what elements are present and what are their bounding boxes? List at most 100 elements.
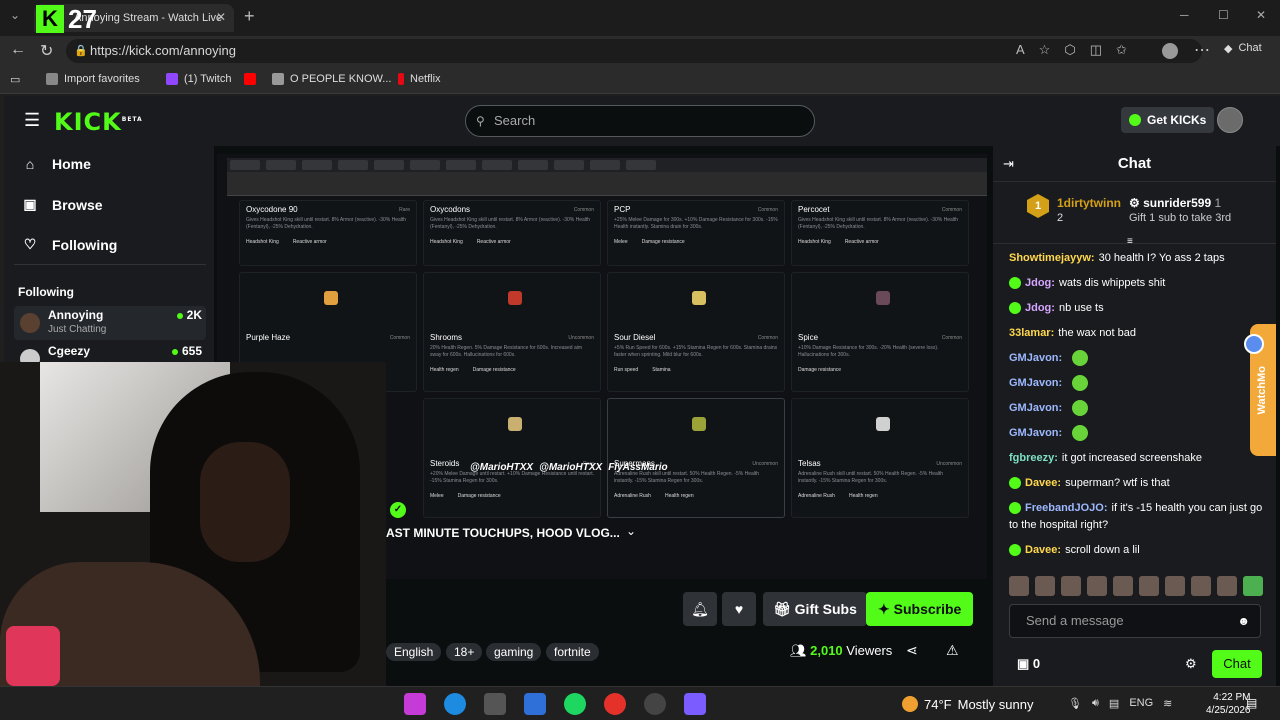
chat-username[interactable]: Showtimejayyw: [1009, 252, 1095, 264]
chat-username[interactable]: Jdog: [1025, 277, 1055, 289]
bookmark-import[interactable]: Import favorites [46, 73, 140, 85]
favorites-icon[interactable]: ✩ [1116, 42, 1127, 58]
item-card[interactable]: Telsas Uncommon Adrenaline Rush skill unti… [791, 398, 969, 518]
extensions-icon[interactable]: ⬡ [1064, 42, 1075, 58]
item-card[interactable]: PCP Common +25% Melee Damage for 300s. +10… [607, 200, 785, 266]
bookmark-people-know[interactable]: O PEOPLE KNOW... [272, 73, 391, 85]
chat-username[interactable]: FreebandJOJO: [1025, 502, 1108, 514]
item-title: Percocet [798, 205, 830, 214]
item-card[interactable]: Oxycodone 90 Rare Gives Headshot King skil… [239, 200, 417, 266]
tab-menu-icon[interactable]: ⌄ [10, 8, 20, 22]
search-input[interactable]: ⚲ Search [465, 105, 815, 137]
chat-send-button[interactable]: Chat [1212, 650, 1262, 678]
item-rarity: Common [757, 207, 778, 213]
tag-pill[interactable]: gaming [486, 643, 542, 661]
language-indicator[interactable]: ENG [1129, 697, 1153, 710]
clock[interactable]: 4:22 PM 4/25/2026 [1206, 691, 1251, 717]
chat-username[interactable]: GMJavon: [1009, 377, 1062, 389]
watchmo-extension[interactable]: WatchMo [1244, 324, 1276, 456]
chevron-down-icon[interactable]: ⌄ [626, 524, 636, 538]
tag-pill[interactable]: English [386, 643, 442, 661]
chat-message-input[interactable]: Send a message ☻ [1009, 604, 1261, 638]
chat-username[interactable]: Davee: [1025, 544, 1061, 556]
edge-app-icon[interactable] [444, 693, 466, 715]
item-card[interactable]: Sour Diesel Common +5% Run Speed for 600s.… [607, 272, 785, 392]
chat-text: it got increased screenshake [1061, 452, 1202, 464]
chat-settings-icon[interactable]: ⚙ [1185, 656, 1197, 672]
gift-subs-button[interactable]: 🎁︎ Gift Subs [763, 592, 867, 626]
item-card[interactable]: Spice Common +10% Damage Resistance for 30… [791, 272, 969, 392]
report-warning-icon[interactable]: ⚠ [946, 642, 959, 659]
item-tags: Damage resistance [798, 367, 841, 373]
chat-username[interactable]: GMJavon: [1009, 427, 1062, 439]
item-card[interactable]: Supermans Uncommon Adrenaline Rush skill u… [607, 398, 785, 518]
weather-widget[interactable]: 74°F Mostly sunny [902, 696, 1033, 712]
game-app-icon[interactable] [644, 693, 666, 715]
channel-points[interactable]: ▣ 0 [1017, 656, 1040, 672]
chat-text: wats dis whippets shit [1058, 277, 1166, 289]
maximize-icon[interactable]: ☐ [1218, 8, 1229, 22]
tag-pill[interactable]: 18+ [446, 643, 483, 661]
get-kicks-button[interactable]: Get KICKs [1121, 107, 1215, 133]
chat-username[interactable]: 33lamar: [1009, 327, 1054, 339]
sidebar-item-following[interactable]: ♡ Following [22, 236, 118, 253]
bookmark-twitch[interactable]: (1) Twitch [166, 73, 231, 85]
tag-pill[interactable]: fortnite [546, 643, 599, 661]
viewer-count: 2K [176, 308, 202, 322]
subscribe-button[interactable]: ✦ Subscribe [866, 592, 974, 626]
store-app-icon[interactable] [484, 693, 506, 715]
volume-icon[interactable]: 🔊︎ [1092, 697, 1099, 710]
copilot-app-icon[interactable] [404, 693, 426, 715]
gifter-name[interactable]: ⚙ sunrider599 1 [1129, 196, 1221, 210]
bookmark-menu-icon[interactable]: ▭ [10, 73, 20, 86]
item-card[interactable]: Percocet Common Gives Headshot King skill … [791, 200, 969, 266]
close-tab-icon[interactable]: ✕ [216, 10, 226, 24]
notification-icon[interactable]: ▤ [1246, 696, 1257, 710]
sidebar-item-browse[interactable]: ▣ Browse [22, 196, 102, 213]
expand-gifters-icon[interactable]: ≡ [1127, 236, 1133, 247]
share-icon[interactable]: ⋖ [906, 642, 918, 659]
ea-app-icon[interactable] [604, 693, 626, 715]
item-card[interactable]: Shrooms Uncommon 20% Health Regen. 5% Dama… [423, 272, 601, 392]
chat-text: 30 health I? Yo ass 2 taps [1098, 252, 1225, 264]
copilot-chat-button[interactable]: ◆ Chat [1224, 42, 1262, 55]
user-avatar[interactable] [1217, 107, 1243, 133]
discord-app-icon[interactable] [684, 693, 706, 715]
mic-icon[interactable]: 🎙︎ [1068, 697, 1082, 710]
minimize-icon[interactable]: ─ [1180, 8, 1189, 22]
split-screen-icon[interactable]: ◫ [1090, 42, 1102, 58]
chat-username[interactable]: Davee: [1025, 477, 1061, 489]
item-card[interactable]: Oxycodons Common Gives Headshot King skill… [423, 200, 601, 266]
profile-avatar[interactable] [1162, 43, 1178, 59]
bookmark-netflix[interactable]: Netflix [398, 73, 441, 85]
item-card[interactable]: Steroids Rare +20% Melee Damage until rest… [423, 398, 601, 518]
kick-logo[interactable]: KICKBETA [54, 108, 143, 136]
gifter-name[interactable]: 1dirtytwinn [1057, 196, 1121, 210]
spotify-app-icon[interactable] [564, 693, 586, 715]
users-icon: 👥︎ [790, 643, 811, 658]
more-icon[interactable]: ⋯ [1194, 40, 1210, 60]
wifi-icon[interactable]: ≋ [1163, 697, 1172, 710]
stream-socials: @MarioHTXX @MarioHTXX FlyAssMario [470, 462, 668, 473]
back-icon[interactable]: ← [10, 41, 26, 59]
follow-heart-button[interactable]: ♥ [722, 592, 756, 626]
window-app-icon[interactable] [524, 693, 546, 715]
translate-icon[interactable] [1244, 334, 1264, 354]
read-aloud-icon[interactable]: A [1016, 42, 1025, 58]
favorite-star-icon[interactable]: ☆ [1039, 42, 1051, 58]
chat-username[interactable]: GMJavon: [1009, 402, 1062, 414]
bookmark-youtube[interactable] [244, 73, 256, 85]
chat-username[interactable]: Jdog: [1025, 302, 1055, 314]
new-tab-icon[interactable]: + [244, 6, 255, 27]
chat-username[interactable]: GMJavon: [1009, 352, 1062, 364]
chat-username[interactable]: fgbreezy: [1009, 452, 1058, 464]
channel-item-annoying[interactable]: Annoying Just Chatting 2K [14, 306, 206, 340]
hamburger-menu-icon[interactable]: ☰ [24, 110, 40, 131]
refresh-icon[interactable]: ↻ [40, 41, 53, 61]
close-window-icon[interactable]: ✕ [1256, 8, 1266, 22]
sidebar-item-home[interactable]: ⌂ Home [22, 156, 91, 172]
item-title: PCP [614, 205, 631, 214]
network-icon[interactable]: ▤ [1109, 697, 1119, 710]
emoji-icon[interactable]: ☻ [1237, 605, 1250, 637]
notification-bell-button[interactable]: 🔔︎ [683, 592, 717, 626]
